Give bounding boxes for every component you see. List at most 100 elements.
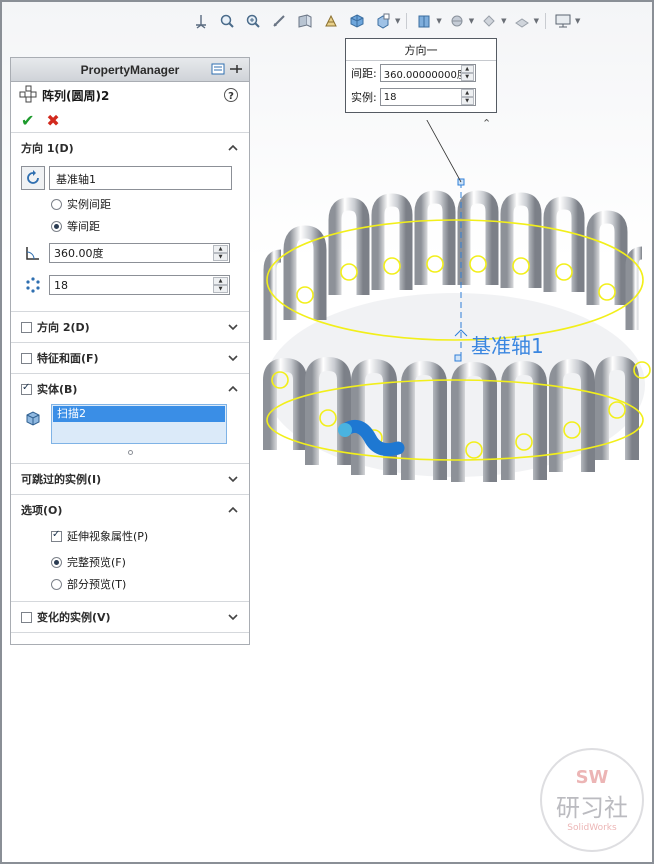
hide-show-items-icon[interactable] [372, 10, 394, 32]
edit-appearance-icon[interactable] [413, 10, 435, 32]
full-preview-option[interactable]: 完整预览(F) [21, 551, 239, 573]
angle-icon [21, 241, 45, 265]
panel-options-icon[interactable] [211, 62, 225, 79]
instances-row: 18 ▲ ▼ [21, 269, 239, 301]
view-settings-icon[interactable] [478, 10, 500, 32]
spinner[interactable]: ▲ ▼ [213, 277, 228, 293]
spinner[interactable]: ▲ ▼ [460, 89, 474, 105]
angle-row: 360.00度 ▲ ▼ [21, 237, 239, 269]
bodies-title: 实体(B) [37, 383, 78, 396]
view-toolbar: ▼ ▼ ▼ ▼ ▼ ▼ [190, 8, 580, 34]
full-preview-label: 完整预览(F) [67, 556, 126, 569]
instances-icon [21, 273, 45, 297]
monitor-icon[interactable] [552, 10, 574, 32]
direction2-header[interactable]: 方向 2(D) [11, 312, 249, 342]
view-orientation-icon[interactable] [190, 10, 212, 32]
callout-spacing-input[interactable]: 360.00000000度 ▲ ▼ [379, 64, 476, 82]
watermark-brand: SolidWorks [567, 823, 617, 833]
circular-pattern-icon [19, 85, 37, 106]
previous-view-icon[interactable] [268, 10, 290, 32]
features-faces-title: 特征和面(F) [37, 352, 99, 365]
watermark: SW 研习社 SolidWorks [540, 748, 644, 852]
toolbar-separator [406, 13, 408, 29]
callout-spacing-label: 间距: [351, 67, 377, 80]
equal-spacing-radio[interactable] [51, 220, 62, 232]
instances-value: 18 [54, 278, 68, 292]
ok-check-icon[interactable]: ✔ [21, 111, 34, 130]
direction1-section: 方向 1(D) 基准轴1 实例间距 等间距 360.00度 ▲ ▼ 18 ▲ ▼ [11, 132, 249, 311]
propagate-visual-checkbox[interactable] [51, 529, 62, 542]
model-viewport[interactable] [250, 120, 654, 530]
propagate-visual-label: 延伸视象属性(P) [67, 530, 149, 543]
zoom-to-fit-icon[interactable] [216, 10, 238, 32]
direction2-checkbox[interactable] [21, 321, 32, 333]
expand-chevron-icon[interactable] [227, 352, 239, 364]
help-icon[interactable]: ? [223, 87, 239, 106]
skip-instances-header[interactable]: 可跳过的实例(I) [11, 464, 249, 494]
direction2-section: 方向 2(D) [11, 311, 249, 342]
collapse-chevron-icon[interactable] [227, 142, 239, 154]
caret-down-icon[interactable]: ▼ [395, 17, 400, 25]
caret-down-icon[interactable]: ▼ [436, 17, 441, 25]
expand-chevron-icon[interactable] [227, 321, 239, 333]
spinner[interactable]: ▲ ▼ [213, 245, 228, 261]
partial-preview-radio[interactable] [51, 578, 62, 590]
bodies-checkbox[interactable] [21, 382, 32, 395]
cancel-x-icon[interactable]: ✖ [46, 111, 59, 130]
callout-instances-input[interactable]: 18 ▲ ▼ [379, 88, 476, 106]
varied-instances-checkbox[interactable] [21, 611, 32, 623]
collapse-chevron-icon[interactable] [227, 504, 239, 516]
apply-scene-icon[interactable] [446, 10, 468, 32]
expand-chevron-icon[interactable] [227, 473, 239, 485]
realview-icon[interactable] [511, 10, 533, 32]
zoom-area-icon[interactable] [242, 10, 264, 32]
propagate-visual-option[interactable]: 延伸视象属性(P) [21, 525, 239, 547]
axis-row: 基准轴1 [21, 163, 239, 193]
pattern-axis-input[interactable]: 基准轴1 [49, 166, 232, 190]
dynamic-annotation-icon[interactable] [320, 10, 342, 32]
features-faces-checkbox[interactable] [21, 352, 32, 364]
angle-value: 360.00度 [54, 247, 104, 260]
caret-down-icon[interactable]: ▼ [469, 17, 474, 25]
options-header[interactable]: 选项(O) [11, 495, 249, 525]
caret-down-icon[interactable]: ▼ [575, 17, 580, 25]
partial-preview-option[interactable]: 部分预览(T) [21, 573, 239, 595]
svg-text:?: ? [228, 91, 234, 102]
instance-spacing-radio[interactable] [51, 198, 62, 210]
varied-instances-section: 变化的实例(V) [11, 601, 249, 633]
instance-spacing-label: 实例间距 [67, 198, 111, 211]
bodies-header[interactable]: 实体(B) [11, 374, 249, 404]
expand-chevron-icon[interactable] [227, 611, 239, 623]
collapse-chevron-icon[interactable]: ⌃ [482, 117, 491, 130]
resize-handle[interactable] [127, 450, 133, 455]
features-faces-header[interactable]: 特征和面(F) [11, 343, 249, 373]
collapse-chevron-icon[interactable] [227, 383, 239, 395]
section-view-icon[interactable] [294, 10, 316, 32]
caret-down-icon[interactable]: ▼ [501, 17, 506, 25]
watermark-title: 研习社 [556, 794, 628, 822]
direction-callout: 方向一 间距: 360.00000000度 ▲ ▼ 实例: 18 ▲ ▼ [345, 38, 497, 113]
feature-title-row: 阵列(圆周)2 ? [11, 82, 249, 108]
instance-spacing-option[interactable]: 实例间距 [21, 193, 239, 215]
direction1-header[interactable]: 方向 1(D) [11, 133, 249, 163]
display-style-icon[interactable] [346, 10, 368, 32]
full-preview-radio[interactable] [51, 556, 62, 568]
list-item[interactable]: 扫描2 [53, 406, 225, 422]
caret-down-icon[interactable]: ▼ [534, 17, 539, 25]
bodies-selection-list[interactable]: 扫描2 [51, 404, 227, 444]
solid-body-icon [21, 406, 45, 430]
angle-input[interactable]: 360.00度 ▲ ▼ [49, 243, 230, 263]
callout-title: 方向一 [346, 39, 496, 61]
datum-axis-label: 基准轴1 [471, 334, 544, 358]
varied-instances-header[interactable]: 变化的实例(V) [11, 602, 249, 632]
options-title: 选项(O) [21, 504, 63, 517]
reverse-direction-icon[interactable] [21, 166, 45, 190]
instances-input[interactable]: 18 ▲ ▼ [49, 275, 230, 295]
equal-spacing-label: 等间距 [67, 220, 100, 233]
equal-spacing-option[interactable]: 等间距 [21, 215, 239, 237]
callout-instances-label: 实例: [351, 91, 377, 104]
feature-name: 阵列(圆周)2 [42, 88, 110, 103]
options-section: 选项(O) 延伸视象属性(P) 完整预览(F) 部分预览(T) [11, 494, 249, 601]
spinner[interactable]: ▲ ▼ [460, 65, 474, 81]
pin-icon[interactable] [229, 62, 243, 79]
